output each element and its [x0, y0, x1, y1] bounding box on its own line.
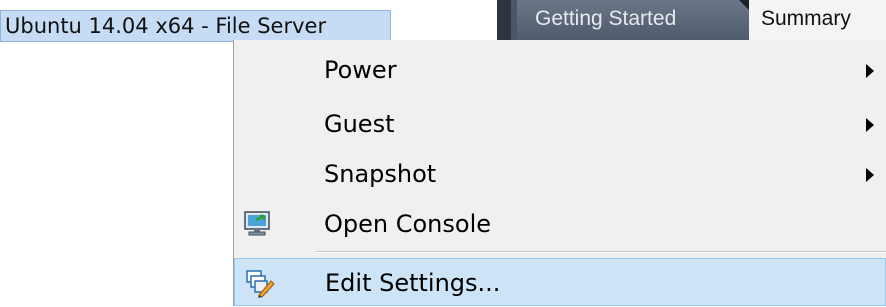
- tab-corner-indicator: [739, 0, 749, 10]
- submenu-arrow-icon: [866, 64, 874, 78]
- menu-item-label: Snapshot: [324, 160, 437, 188]
- menu-item-label: Open Console: [324, 210, 492, 238]
- menu-item-snapshot[interactable]: Snapshot: [234, 150, 886, 198]
- menu-item-edit-settings[interactable]: Edit Settings...: [234, 258, 886, 306]
- vm-tree-item[interactable]: Ubuntu 14.04 x64 - File Server: [0, 10, 391, 42]
- tab-summary[interactable]: Summary: [749, 0, 886, 40]
- edit-settings-icon: [246, 270, 275, 298]
- console-icon: [244, 211, 270, 236]
- tab-strip-edge: [497, 0, 511, 40]
- menu-item-label: Edit Settings...: [325, 269, 501, 297]
- submenu-arrow-icon: [866, 118, 874, 132]
- tab-getting-started-label: Getting Started: [535, 7, 677, 30]
- tab-strip: Getting Started Summary: [497, 0, 886, 41]
- menu-item-guest[interactable]: Guest: [234, 100, 886, 148]
- context-menu: Power Guest Snapshot Open Console Edit S…: [233, 40, 886, 306]
- menu-item-label: Power: [324, 56, 397, 84]
- vm-name: Ubuntu 14.04 x64 - File Server: [5, 14, 327, 38]
- submenu-arrow-icon: [866, 168, 874, 182]
- menu-item-open-console[interactable]: Open Console: [234, 200, 886, 248]
- tab-summary-label: Summary: [761, 7, 851, 30]
- menu-item-label: Guest: [324, 110, 395, 138]
- tab-getting-started[interactable]: Getting Started: [517, 0, 749, 40]
- menu-item-power[interactable]: Power: [234, 46, 886, 94]
- menu-separator: [316, 251, 886, 253]
